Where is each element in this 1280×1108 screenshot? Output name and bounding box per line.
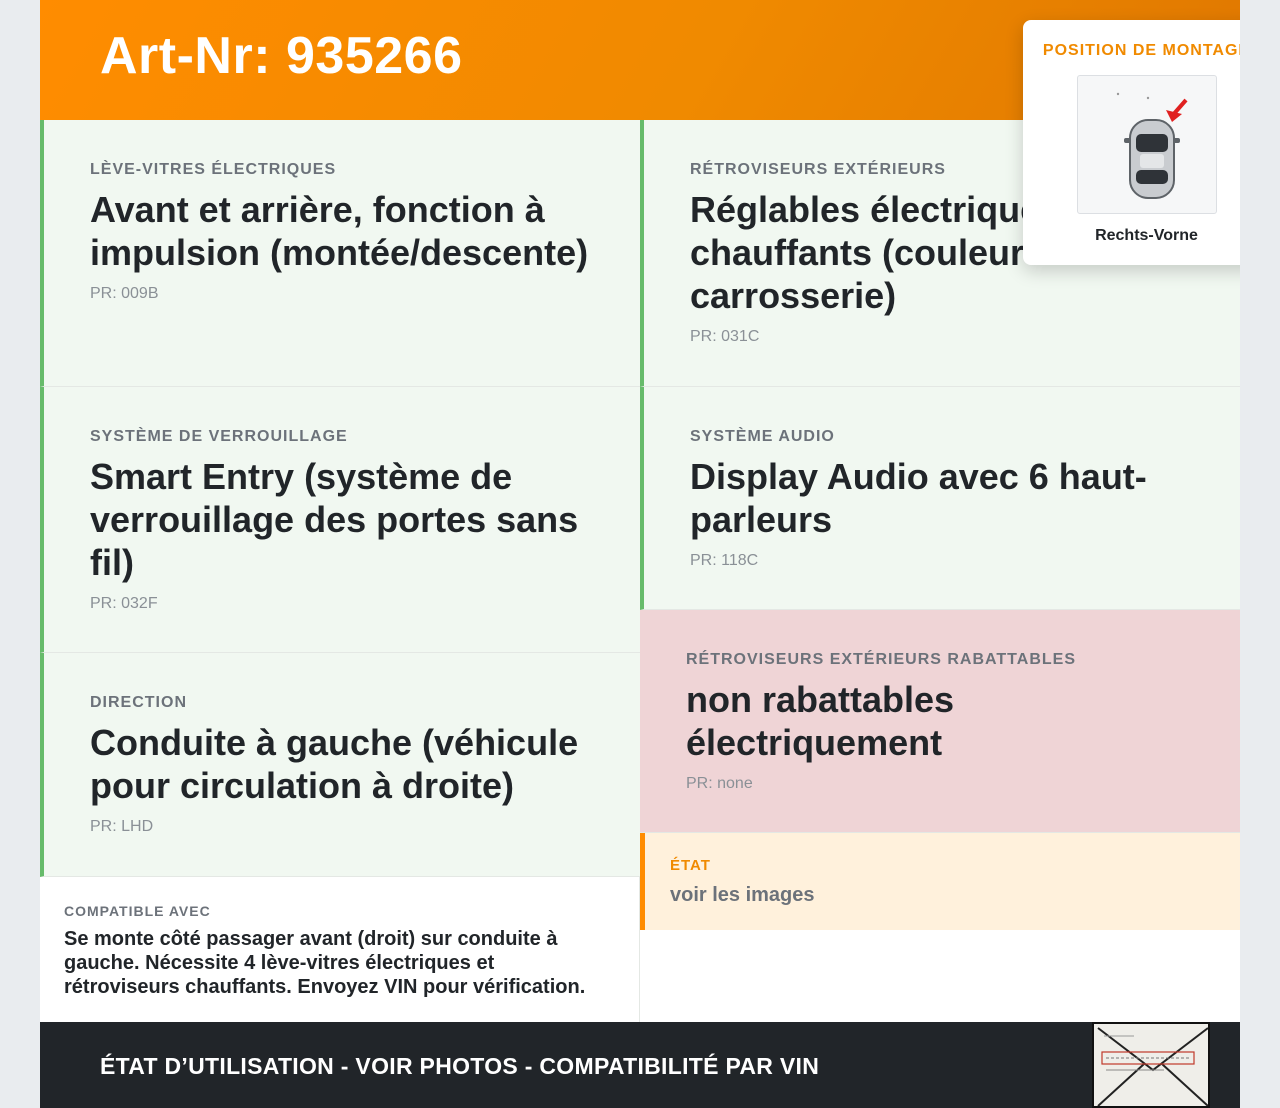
article-number-title: Art-Nr: 935266 xyxy=(100,27,463,85)
feature-pr-code: PR: 118C xyxy=(690,552,759,569)
feature-label: SYSTÈME DE VERROUILLAGE xyxy=(90,428,348,445)
car-top-view-icon xyxy=(1116,92,1188,199)
feature-card-steering: DIRECTION Conduite à gauche (véhicule po… xyxy=(40,653,640,877)
mounting-position-card: POSITION DE MONTAGE Rechts-Vorne xyxy=(1023,20,1240,265)
feature-card-audio-system: SYSTÈME AUDIO Display Audio avec 6 haut-… xyxy=(640,387,1240,610)
feature-card-locking-system: SYSTÈME DE VERROUILLAGE Smart Entry (sys… xyxy=(40,387,640,653)
part-photo-thumbnail[interactable] xyxy=(1092,1022,1210,1108)
feature-value: Smart Entry (système de verrouillage des… xyxy=(90,456,579,583)
feature-label: DIRECTION xyxy=(90,694,187,711)
compatibility-text: Se monte côté passager avant (droit) sur… xyxy=(64,928,586,998)
condition-value: voir les images xyxy=(670,884,815,906)
feature-value: Display Audio avec 6 haut-parleurs xyxy=(690,456,1147,540)
condition-card: ÉTAT voir les images xyxy=(640,833,1240,930)
feature-value: non rabattables électriquement xyxy=(686,679,955,763)
footer-bar: ÉTAT D’UTILISATION - VOIR PHOTOS - COMPA… xyxy=(40,1022,1240,1108)
feature-pr-code: PR: none xyxy=(686,775,753,792)
feature-value: Conduite à gauche (véhicule pour circula… xyxy=(90,722,579,806)
feature-label: RÉTROVISEURS EXTÉRIEURS RABATTABLES xyxy=(686,651,1076,668)
feature-value: Avant et arrière, fonction à impulsion (… xyxy=(90,189,589,273)
compatibility-note: COMPATIBLE AVEC Se monte côté passager a… xyxy=(40,877,640,1022)
feature-label: SYSTÈME AUDIO xyxy=(690,428,835,445)
mounting-position-caption: Rechts-Vorne xyxy=(1095,227,1198,244)
product-sheet: Art-Nr: 935266 LÈVE-VITRES ÉLECTRIQUES A… xyxy=(40,0,1240,1108)
feature-card-power-windows: LÈVE-VITRES ÉLECTRIQUES Avant et arrière… xyxy=(40,120,640,387)
footer-text: ÉTAT D’UTILISATION - VOIR PHOTOS - COMPA… xyxy=(100,1053,820,1079)
feature-pr-code: PR: 032F xyxy=(90,595,158,612)
car-position-image xyxy=(1077,75,1217,214)
envelope-label-image xyxy=(1094,1024,1208,1106)
feature-pr-code: PR: 031C xyxy=(690,328,760,345)
condition-label: ÉTAT xyxy=(670,857,711,874)
compatibility-label: COMPATIBLE AVEC xyxy=(64,903,211,919)
mounting-position-title: POSITION DE MONTAGE xyxy=(1042,42,1240,59)
feature-pr-code: PR: 009B xyxy=(90,285,159,302)
feature-label: LÈVE-VITRES ÉLECTRIQUES xyxy=(90,161,337,178)
feature-card-folding-mirrors: RÉTROVISEURS EXTÉRIEURS RABATTABLES non … xyxy=(640,610,1240,833)
feature-pr-code: PR: LHD xyxy=(90,818,154,835)
